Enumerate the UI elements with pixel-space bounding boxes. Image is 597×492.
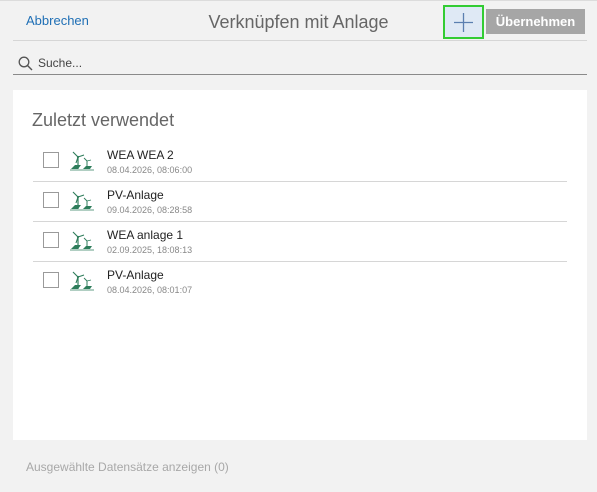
item-checkbox[interactable] xyxy=(43,192,59,208)
wind-solar-plant-icon xyxy=(70,151,94,171)
item-name: WEA WEA 2 xyxy=(107,148,174,162)
item-date: 08.04.2026, 08:06:00 xyxy=(107,165,193,175)
item-checkbox[interactable] xyxy=(43,272,59,288)
list-item[interactable]: WEA anlage 1 02.09.2025, 18:08:13 xyxy=(33,222,567,262)
search-input[interactable] xyxy=(38,54,578,72)
item-date: 02.09.2025, 18:08:13 xyxy=(107,245,193,255)
wind-solar-plant-icon xyxy=(70,191,94,211)
item-date: 08.04.2026, 08:01:07 xyxy=(107,285,193,295)
item-name: PV-Anlage xyxy=(107,268,164,282)
list-item[interactable]: PV-Anlage 09.04.2026, 08:28:58 xyxy=(33,182,567,222)
search-icon xyxy=(18,56,33,71)
item-checkbox[interactable] xyxy=(43,232,59,248)
add-button[interactable] xyxy=(443,5,484,39)
apply-button[interactable]: Übernehmen xyxy=(486,9,585,34)
show-selected-link[interactable]: Ausgewählte Datensätze anzeigen (0) xyxy=(26,460,229,474)
item-name: PV-Anlage xyxy=(107,188,164,202)
recent-panel: Zuletzt verwendet WEA WEA 2 08.04.2026, … xyxy=(13,90,587,440)
list-item[interactable]: PV-Anlage 08.04.2026, 08:01:07 xyxy=(33,262,567,302)
plus-icon xyxy=(454,13,473,32)
item-checkbox[interactable] xyxy=(43,152,59,168)
dialog-header: Abbrechen Verknüpfen mit Anlage Übernehm… xyxy=(0,0,597,41)
search-bar xyxy=(13,53,587,75)
header-divider xyxy=(13,40,587,41)
item-date: 09.04.2026, 08:28:58 xyxy=(107,205,193,215)
list-item[interactable]: WEA WEA 2 08.04.2026, 08:06:00 xyxy=(33,142,567,182)
wind-solar-plant-icon xyxy=(70,231,94,251)
section-title: Zuletzt verwendet xyxy=(32,110,175,130)
wind-solar-plant-icon xyxy=(70,271,94,291)
recent-list: WEA WEA 2 08.04.2026, 08:06:00 PV-Anlage… xyxy=(33,142,567,302)
item-name: WEA anlage 1 xyxy=(107,228,184,242)
